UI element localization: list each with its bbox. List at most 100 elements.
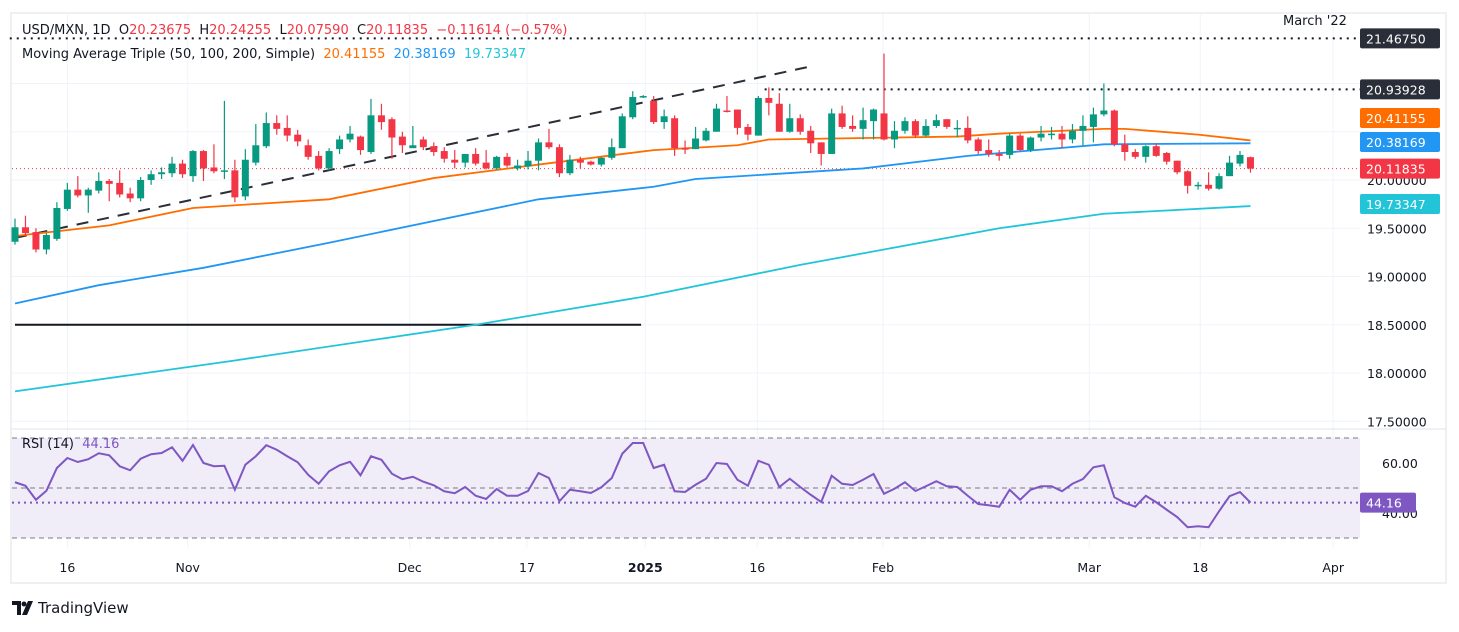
candle-body [1236,154,1244,164]
candle [870,108,878,140]
candle-body [545,142,553,148]
candle-body [440,151,448,159]
low-label: L [279,23,287,38]
candle [1079,115,1087,146]
interval[interactable]: 1D [92,23,110,38]
candle-body [503,156,511,166]
candle [388,117,396,159]
candle [11,218,19,245]
candle [199,150,207,181]
date-tick-label: 16 [59,560,75,575]
candle-body [712,108,720,132]
ma-legend[interactable]: Moving Average Triple (50, 100, 200, Sim… [22,47,526,62]
candle-body [922,125,930,136]
candle-body [974,139,982,152]
candle [880,53,888,141]
tradingview-logo[interactable]: TradingView [12,599,129,617]
close-label: C [356,23,367,38]
candle [587,160,595,166]
candle-body [1027,137,1035,151]
symbol-legend: USD/MXN, 1D O20.23675 H20.24255 L20.0759… [22,23,568,38]
candle-body [95,180,103,191]
candle-body [32,232,40,250]
candle [1048,126,1056,140]
candle-body [838,113,846,127]
candle [262,112,270,149]
candle-body [11,227,19,242]
candle [482,150,490,170]
candle [1226,155,1234,177]
ma100-tag-label: 20.38169 [1366,135,1426,150]
ma100-value: 20.38169 [393,47,456,62]
candle-body [723,110,731,113]
candle [419,136,427,151]
candle [1215,173,1223,190]
candle-body [524,160,532,167]
candle [472,148,480,166]
candle [849,115,857,132]
candle-body [53,207,61,239]
candle [493,155,501,170]
candle-body [555,147,563,174]
candle [660,109,668,129]
candle [911,119,919,138]
high-label: H [199,23,210,38]
candle-body [325,151,333,169]
rsi-legend-value: 44.16 [82,437,120,452]
candle [430,142,438,156]
candle-body [1131,152,1139,157]
candle [974,137,982,154]
candle-body [1142,146,1150,157]
candle [943,119,951,129]
candle [1089,107,1097,143]
candle-body [1079,125,1087,131]
candle-body [849,125,857,129]
candle [712,103,720,132]
candle [838,105,846,129]
candle-body [859,120,867,129]
brand-name: TradingView [38,599,129,617]
candle-body [1226,162,1234,177]
candle [84,187,92,213]
candle-body [692,138,700,150]
candle-body [252,145,260,163]
ma200-line [14,205,1251,393]
price-tick-label: 17.50000 [1367,414,1427,429]
change-value: −0.11614 (−0.57%) [436,23,568,38]
candle-body [985,150,993,154]
candle-body [273,123,281,129]
candle-body [597,157,605,165]
candle [1163,152,1171,165]
candle [859,107,867,140]
candle-body [147,174,155,180]
candle [367,98,375,154]
candle-body [137,180,145,199]
candle-body [880,113,888,140]
candle-body [283,127,291,136]
candle-body [1058,133,1066,140]
ma200-tag-label: 19.73347 [1366,197,1426,212]
candle [346,125,354,143]
candle [231,159,239,203]
candle [754,96,762,136]
candle [409,125,417,149]
candle-body [1205,184,1213,189]
candle [1131,149,1139,159]
rsi-legend[interactable]: RSI (14) 44.16 [22,437,119,452]
candle [105,179,113,202]
candle-body [1246,157,1254,169]
candle [828,108,836,154]
candle [210,144,218,174]
candle-body [357,136,365,151]
candle-body [262,123,270,147]
candle-body [870,109,878,122]
candle-body [953,127,961,130]
tradingview-logo-icon [12,601,33,615]
candle [775,93,783,132]
symbol-name[interactable]: USD/MXN [22,23,84,38]
chart-canvas[interactable]: 17.50000 18.00000 18.50000 19.00000 19.50000… [0,0,1459,632]
candle-body [336,139,344,150]
low-value: 20.07590 [286,23,349,38]
candle [336,135,344,154]
date-tick-label: 18 [1192,560,1208,575]
